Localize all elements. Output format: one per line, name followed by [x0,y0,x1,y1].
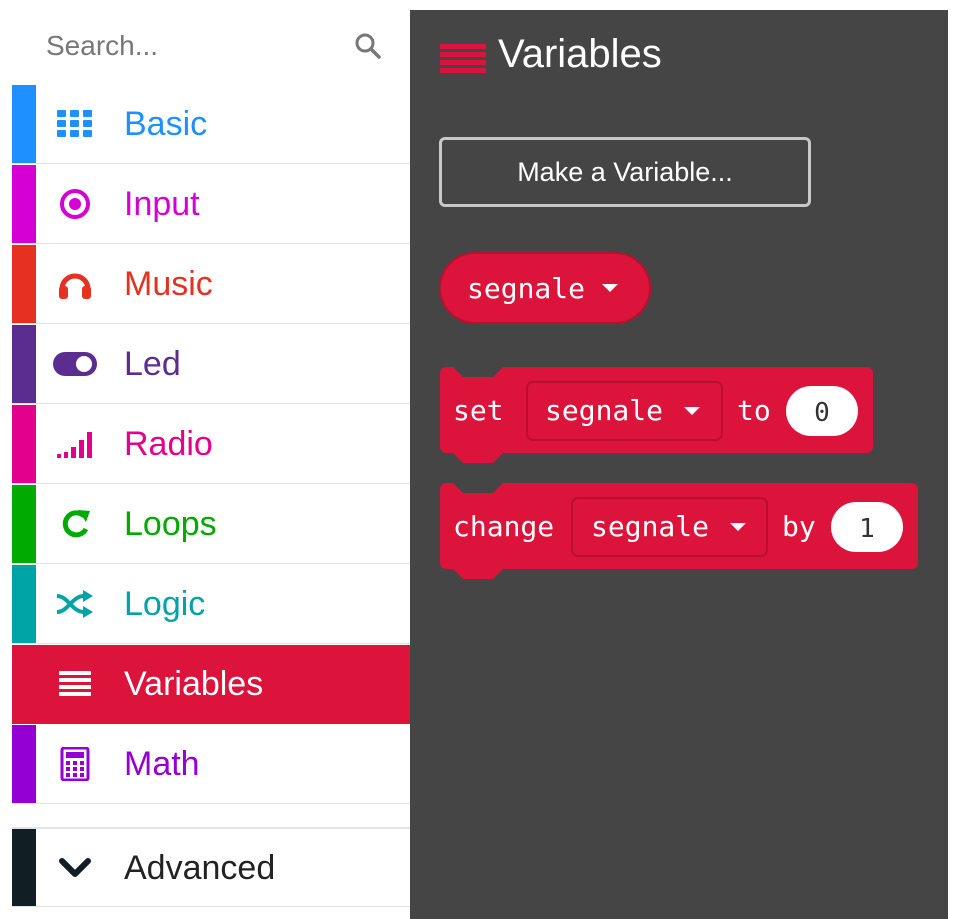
change-variable-block[interactable]: change segnale by 1 [439,482,924,586]
category-color-bar [12,165,36,243]
loop-arrow-icon [52,503,98,545]
category-basic[interactable]: Basic [12,85,410,164]
category-advanced[interactable]: Advanced [12,827,410,907]
make-variable-button[interactable]: Make a Variable... [439,137,811,207]
category-color-bar [12,85,36,163]
variable-name: segnale [467,272,585,305]
change-keyword: change [453,510,554,543]
number-value[interactable]: 0 [814,398,830,428]
to-keyword: to [737,394,771,427]
category-math[interactable]: Math [12,725,410,804]
category-label: Loops [124,505,217,543]
search-icon[interactable] [353,31,383,61]
number-value[interactable]: 1 [859,514,875,544]
category-label: Logic [124,585,206,623]
category-input[interactable]: Input [12,165,410,244]
shuffle-icon [52,583,98,625]
variable-name: segnale [545,394,663,427]
category-color-bar [12,245,36,323]
headphones-icon [52,263,98,305]
category-led[interactable]: Led [12,325,410,404]
category-color-bar [12,829,36,906]
target-icon [52,183,98,225]
variable-name: segnale [591,510,709,543]
grid-icon [52,103,98,145]
category-logic[interactable]: Logic [12,565,410,644]
variables-flyout: Variables Make a Variable... segnale set… [410,10,948,919]
category-loops[interactable]: Loops [12,485,410,564]
category-variables[interactable]: Variables [12,645,410,724]
signal-bars-icon [52,423,98,465]
category-label: Input [124,185,200,223]
category-label: Variables [124,665,264,703]
category-color-bar [12,485,36,563]
category-color-bar [12,405,36,483]
by-keyword: by [782,510,816,543]
variable-reporter-block[interactable]: segnale [439,252,654,326]
category-color-bar [12,325,36,403]
category-label: Advanced [124,849,276,887]
category-label: Math [124,745,200,783]
calculator-icon [52,743,98,785]
flyout-title: Variables [498,32,662,76]
category-color-bar [12,645,36,724]
toolbox-sidebar: Basic Input Music [12,5,410,919]
list-lines-icon [52,663,98,705]
category-label: Music [124,265,213,303]
set-variable-block[interactable]: set segnale to 0 [439,366,879,470]
category-label: Led [124,345,181,383]
category-label: Radio [124,425,213,463]
category-music[interactable]: Music [12,245,410,324]
category-color-bar [12,725,36,803]
toggle-icon [52,343,98,385]
chevron-down-icon [52,847,98,889]
category-radio[interactable]: Radio [12,405,410,484]
category-color-bar [12,565,36,643]
search-input[interactable] [44,23,348,69]
search-bar [12,5,410,85]
set-keyword: set [453,394,504,427]
category-label: Basic [124,105,208,143]
list-lines-icon [440,44,486,73]
